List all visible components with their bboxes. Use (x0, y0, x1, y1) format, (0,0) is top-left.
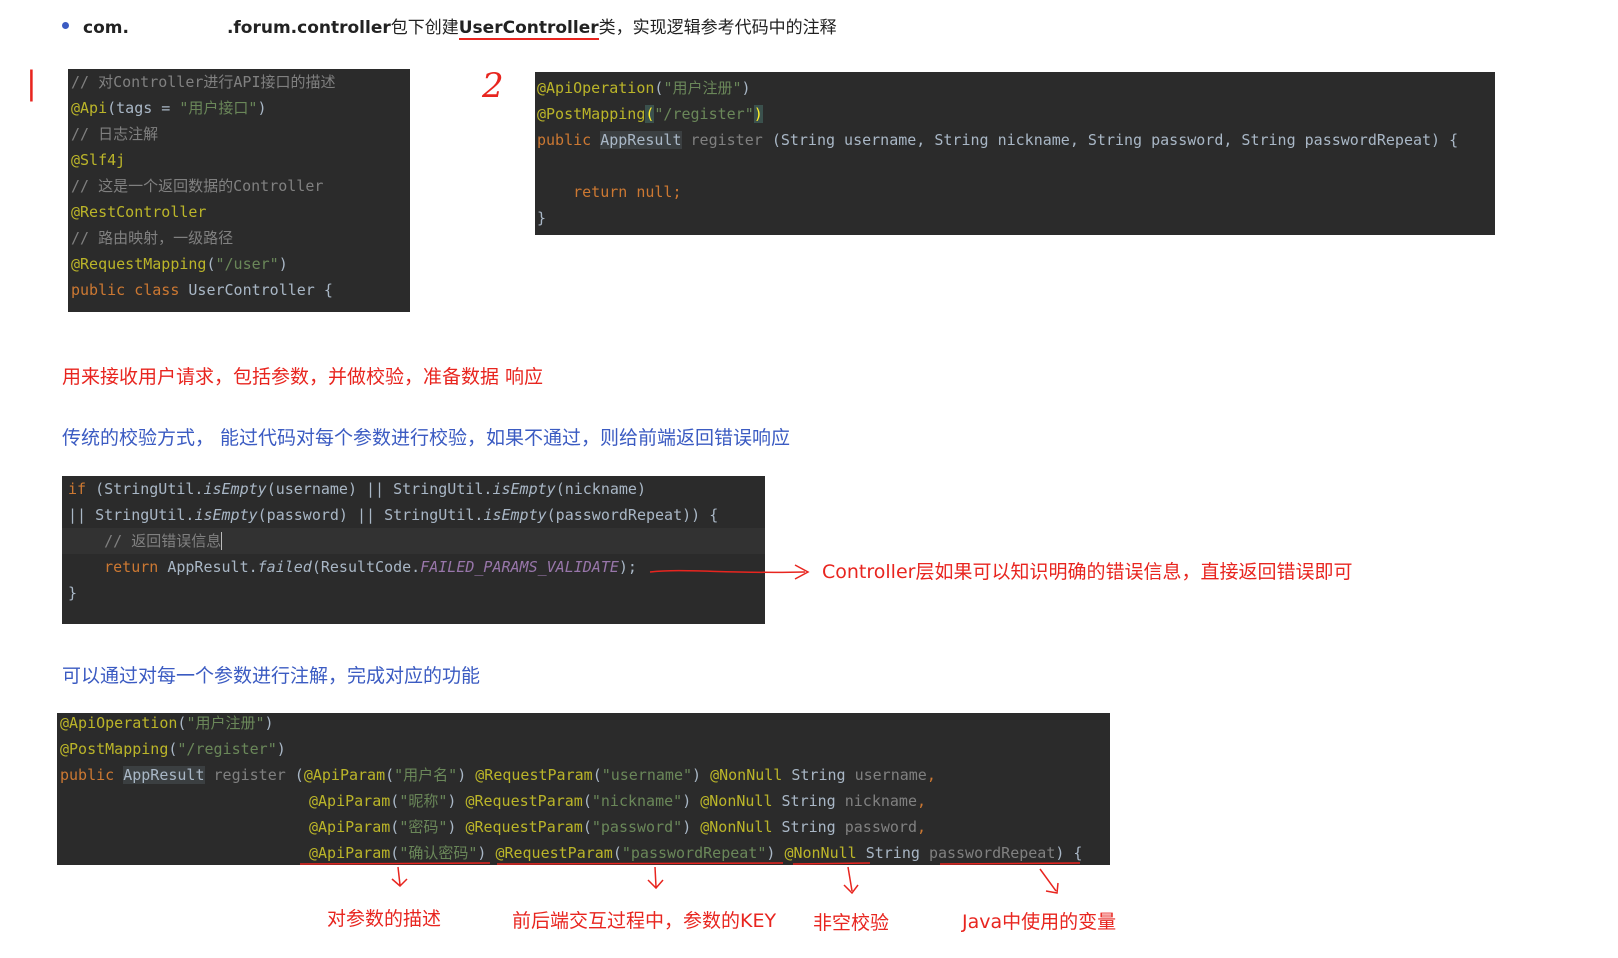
code-line: @RequestMapping("/user") (71, 255, 288, 273)
code-line: public AppResult register (String userna… (537, 131, 1459, 149)
package-prefix: com. (83, 18, 129, 38)
annotation-not-null: 非空校验 (813, 912, 890, 934)
package-suffix: .forum.controller (226, 18, 391, 38)
code-line: public AppResult register (@ApiParam("用户… (60, 766, 936, 784)
code-line: @RestController (71, 203, 207, 221)
handwritten-mark-2: 2 (482, 66, 504, 106)
code-line: || StringUtil.isEmpty(password) || Strin… (68, 506, 719, 524)
code-line: return null; (573, 183, 682, 201)
code-block-register-simple: @ApiOperation("用户注册") @PostMapping("/reg… (535, 72, 1495, 235)
code-line: @ApiParam("密码") @RequestParam("password"… (309, 818, 927, 836)
handwritten-mark-1: | (26, 64, 37, 102)
annotation-arrows (299, 862, 1081, 895)
code-line: @ApiOperation("用户注册") (60, 714, 274, 732)
code-line: // 对Controller进行API接口的描述 (71, 73, 336, 91)
code-line: @ApiOperation("用户注册") (537, 79, 751, 97)
bullet-text-1: 包下创建 (390, 18, 459, 38)
code-line: @PostMapping("/register") (537, 105, 763, 123)
code-line: @Slf4j (71, 151, 126, 169)
bullet-text-2: 类，实现逻辑参考代码中的注释 (598, 18, 837, 38)
code-line-current: // 返回错误信息 (62, 528, 765, 554)
annotation-java-var: Java中使用的变量 (962, 911, 1117, 933)
code-line: // 路由映射，一级路径 (71, 229, 234, 247)
top-bullet-line: com. .forum.controller包下创建UserController类… (83, 13, 837, 40)
code-line: // 这是一个返回数据的Controller (71, 177, 324, 195)
note-annotation-approach: 可以通过对每一个参数进行注解，完成对应的功能 (62, 665, 481, 687)
code-block-validation: if (StringUtil.isEmpty(username) || Stri… (62, 476, 765, 624)
code-block-userclass: // 对Controller进行API接口的描述 @Api(tags = "用户… (68, 69, 410, 312)
arrow-to-note (649, 564, 810, 580)
annotation-param-key: 前后端交互过程中，参数的KEY (512, 910, 777, 932)
annotation-param-desc: 对参数的描述 (327, 908, 442, 930)
api-annotation: @Api (71, 99, 108, 117)
note-controller-error: Controller层如果可以知识明确的错误信息，直接返回错误即可 (822, 561, 1353, 583)
code-line: @ApiParam("昵称") @RequestParam("nickname"… (309, 792, 927, 810)
code-line: } (537, 209, 547, 227)
code-line: @PostMapping("/register") (60, 740, 286, 758)
note-traditional-validation: 传统的校验方式， 能过代码对每个参数进行校验，如果不通过，则给前端返回错误响应 (62, 427, 791, 449)
class-name: UserController (458, 18, 599, 40)
code-block-register-annotated: @ApiOperation("用户注册") @PostMapping("/reg… (57, 713, 1110, 865)
code-line: @Api(tags = "用户接口") (71, 99, 267, 117)
bullet-dot (62, 22, 69, 29)
code-line: // 日志注解 (71, 125, 159, 143)
note-purpose: 用来接收用户请求，包括参数，并做校验，准备数据 响应 (62, 366, 544, 388)
code-line: if (StringUtil.isEmpty(username) || Stri… (68, 480, 646, 498)
code-line: public class UserController { (71, 281, 333, 299)
